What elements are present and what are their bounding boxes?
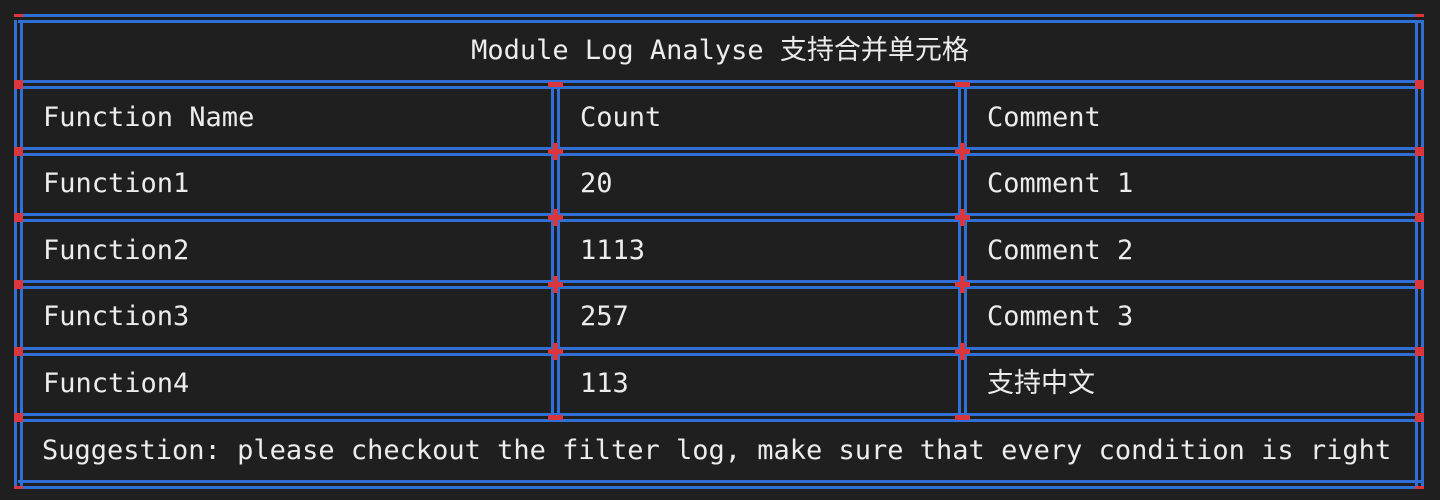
table-footer-suggestion: Suggestion: please checkout the filter l… [42, 435, 1392, 466]
log-table: Module Log Analyse 支持合并单元格 Function Name… [0, 0, 1440, 500]
cell-comment: Comment 2 [987, 235, 1134, 266]
cell-function-name: Function4 [43, 368, 190, 399]
header-comment: Comment [987, 102, 1101, 133]
edge-joint [1415, 147, 1424, 156]
edge-joint [14, 347, 23, 356]
table-divider-row1 [18, 213, 1422, 222]
edge-joint [1415, 347, 1424, 356]
cross-joint [955, 149, 970, 154]
edge-joint [14, 147, 23, 156]
cell-count: 20 [580, 168, 613, 199]
edge-joint [1415, 413, 1424, 422]
cell-function-name: Function1 [43, 168, 190, 199]
edge-joint [1415, 280, 1424, 289]
table-divider-row2 [18, 280, 1422, 289]
cell-count: 1113 [580, 235, 646, 266]
corner-bottom-right [1415, 486, 1424, 489]
cross-joint [548, 282, 563, 287]
edge-joint [14, 413, 23, 422]
corner-bottom-left [14, 486, 23, 489]
edge-joint [14, 280, 23, 289]
cell-comment: 支持中文 [987, 368, 1095, 399]
cross-joint [955, 215, 970, 220]
column-separator-1 [551, 89, 560, 413]
edge-joint [1415, 213, 1424, 222]
table-divider-row3 [18, 347, 1422, 356]
cross-joint [548, 149, 563, 154]
cross-joint [548, 349, 563, 354]
header-count: Count [580, 102, 662, 133]
header-function-name: Function Name [43, 102, 255, 133]
cross-joint [955, 349, 970, 354]
cross-joint [548, 215, 563, 220]
table-title: Module Log Analyse 支持合并单元格 [471, 35, 969, 66]
cell-comment: Comment 3 [987, 301, 1134, 332]
column-separator-2 [958, 89, 967, 413]
cross-joint [955, 282, 970, 287]
cell-comment: Comment 1 [987, 168, 1134, 199]
cell-count: 257 [580, 301, 629, 332]
corner-top-right [1415, 14, 1424, 17]
cell-count: 113 [580, 368, 629, 399]
edge-joint [14, 213, 23, 222]
cell-function-name: Function2 [43, 235, 190, 266]
corner-top-left [14, 14, 23, 17]
cell-function-name: Function3 [43, 301, 190, 332]
